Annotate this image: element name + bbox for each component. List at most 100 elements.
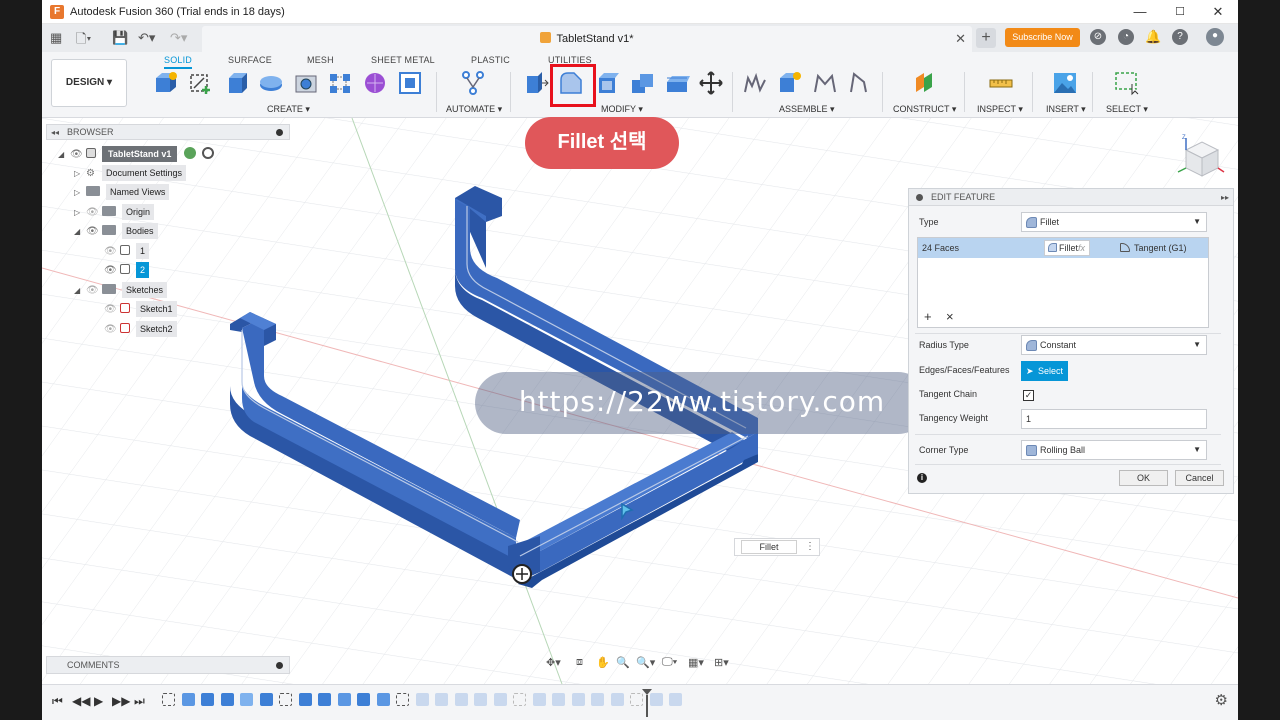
browser-item-origin[interactable]: ▷ 👁 Origin: [74, 204, 155, 221]
window-select-icon[interactable]: [1114, 70, 1140, 96]
type-dropdown[interactable]: Fillet ▼: [1021, 212, 1207, 232]
offline-icon[interactable]: ⊘: [1090, 29, 1106, 45]
create-sketch-icon[interactable]: [188, 70, 214, 96]
offset-plane-icon[interactable]: [912, 70, 938, 96]
display-settings-icon[interactable]: 🖵▾: [662, 656, 677, 669]
shell-icon[interactable]: [595, 70, 621, 96]
go-to-end-icon[interactable]: ⏭: [134, 694, 145, 709]
timeline-settings-gear-icon[interactable]: ⚙: [1215, 691, 1228, 709]
rectangular-pattern-icon[interactable]: [327, 70, 353, 96]
redo-icon[interactable]: ↷▾: [170, 30, 187, 46]
timeline-feature-icon[interactable]: [415, 693, 429, 706]
browser-item-body-2[interactable]: 👁 2: [104, 262, 150, 279]
select-group-label[interactable]: SELECT ▾: [1106, 104, 1148, 115]
orbit-icon[interactable]: ✥▾: [546, 656, 561, 669]
timeline-feature-icon[interactable]: [240, 693, 253, 706]
subscribe-button[interactable]: Subscribe Now: [1005, 28, 1080, 47]
timeline-feature-icon[interactable]: [454, 693, 468, 706]
job-status-icon[interactable]: ◔: [1118, 29, 1134, 45]
timeline-feature-icon[interactable]: [357, 693, 370, 706]
insert-group-label[interactable]: INSERT ▾: [1046, 104, 1086, 115]
new-component-icon[interactable]: [152, 70, 178, 96]
browser-item-body-1[interactable]: 👁 1: [104, 243, 150, 260]
hidden-eye-icon[interactable]: 👁: [104, 244, 120, 260]
ok-button[interactable]: OK: [1119, 470, 1168, 486]
visibility-eye-icon[interactable]: 👁: [104, 263, 120, 279]
collapse-triangle-icon[interactable]: ◢: [74, 283, 86, 299]
hole-icon[interactable]: [293, 70, 319, 96]
create-group-label[interactable]: CREATE ▾: [267, 104, 310, 115]
step-back-icon[interactable]: ◀◀: [72, 694, 90, 708]
visibility-eye-icon[interactable]: 👁: [86, 224, 102, 240]
notifications-icon[interactable]: 🔔: [1145, 29, 1161, 45]
timeline-feature-icon[interactable]: [591, 693, 604, 706]
browser-item-sketches[interactable]: ◢ 👁 Sketches: [74, 282, 168, 299]
timeline-marker[interactable]: [641, 687, 653, 717]
document-tab[interactable]: TabletStand v1* ✕: [202, 26, 972, 52]
close-tab-icon[interactable]: ✕: [955, 26, 966, 52]
revolve-icon[interactable]: [258, 70, 284, 96]
edges-select-button[interactable]: ➤ Select: [1021, 361, 1068, 381]
joint-icon[interactable]: [776, 70, 802, 96]
tab-mesh[interactable]: MESH: [307, 55, 334, 65]
timeline-feature-icon[interactable]: [376, 693, 390, 706]
timeline-feature-icon[interactable]: [396, 693, 409, 706]
extrude-icon[interactable]: [224, 70, 250, 96]
create-form-icon[interactable]: [362, 70, 388, 96]
file-menu-icon[interactable]: 🗋▾: [76, 30, 91, 52]
mini-toolbar-fillet-field[interactable]: Fillet: [741, 540, 797, 554]
tangent-chain-checkbox[interactable]: ✓: [1023, 390, 1034, 401]
remove-selection-icon[interactable]: ×: [946, 309, 954, 324]
hidden-eye-icon[interactable]: 👁: [104, 302, 120, 318]
tab-sheet-metal[interactable]: SHEET METAL: [371, 55, 435, 65]
panel-pin-icon[interactable]: [276, 129, 283, 136]
press-pull-icon[interactable]: [524, 70, 550, 96]
timeline-feature-icon[interactable]: [337, 693, 351, 706]
browser-header[interactable]: ◂◂ BROWSER: [46, 124, 290, 140]
info-icon[interactable]: i: [917, 473, 927, 483]
timeline-feature-icon[interactable]: [669, 693, 682, 706]
more-options-icon[interactable]: ⋮: [805, 541, 815, 552]
fillet-selection-row[interactable]: 24 Faces Fillet fx Tangent (G1): [918, 238, 1208, 258]
inspect-group-label[interactable]: INSPECT ▾: [977, 104, 1023, 115]
undo-icon[interactable]: ↶▾: [138, 30, 155, 46]
joint-origin-marker-icon[interactable]: [512, 564, 532, 584]
collapse-triangle-icon[interactable]: ◢: [58, 147, 70, 163]
add-selection-icon[interactable]: +: [924, 309, 932, 324]
new-tab-button[interactable]: +: [976, 28, 996, 48]
construct-group-label[interactable]: CONSTRUCT ▾: [893, 104, 956, 115]
hidden-eye-icon[interactable]: 👁: [104, 322, 120, 338]
maximize-button[interactable]: ☐: [1170, 4, 1190, 20]
new-component-assemble-icon[interactable]: [742, 70, 768, 96]
timeline-feature-icon[interactable]: [298, 693, 312, 706]
timeline-feature-icon[interactable]: [220, 693, 234, 706]
collapse-panel-icon[interactable]: ◂◂: [51, 125, 59, 140]
play-icon[interactable]: ▶: [94, 694, 103, 708]
corner-type-dropdown[interactable]: Rolling Ball ▼: [1021, 440, 1207, 460]
insert-image-icon[interactable]: [1052, 70, 1078, 96]
go-to-start-icon[interactable]: ⏮: [52, 694, 63, 709]
offset-face-icon[interactable]: [664, 70, 690, 96]
timeline-feature-icon[interactable]: [318, 693, 331, 706]
fillet-selection-list[interactable]: 24 Faces Fillet fx Tangent (G1) + ×: [917, 237, 1209, 328]
close-window-button[interactable]: ✕: [1208, 4, 1228, 20]
tangency-weight-input[interactable]: 1: [1021, 409, 1207, 429]
assemble-group-label[interactable]: ASSEMBLE ▾: [779, 104, 835, 115]
measure-icon[interactable]: [988, 70, 1014, 96]
timeline-feature-icon[interactable]: [552, 693, 565, 706]
tab-plastic[interactable]: PLASTIC: [471, 55, 510, 65]
step-forward-icon[interactable]: ▶▶: [112, 694, 130, 708]
modify-group-label[interactable]: MODIFY ▾: [601, 104, 643, 115]
move-copy-icon[interactable]: [698, 70, 724, 96]
fx-icon[interactable]: fx: [1078, 238, 1085, 258]
save-icon[interactable]: 💾: [112, 30, 128, 46]
automate-group-label[interactable]: AUTOMATE ▾: [446, 104, 502, 115]
look-at-icon[interactable]: ⧈: [576, 656, 583, 669]
derive-icon[interactable]: [397, 70, 423, 96]
timeline-feature-icon[interactable]: [181, 693, 195, 706]
browser-item-document-settings[interactable]: ▷ ⚙ Document Settings: [74, 165, 187, 181]
expand-triangle-icon[interactable]: ▷: [74, 205, 86, 221]
timeline-feature-icon[interactable]: [259, 693, 273, 706]
radio-icon[interactable]: [202, 147, 215, 159]
viewports-icon[interactable]: ⊞▾: [714, 656, 729, 669]
